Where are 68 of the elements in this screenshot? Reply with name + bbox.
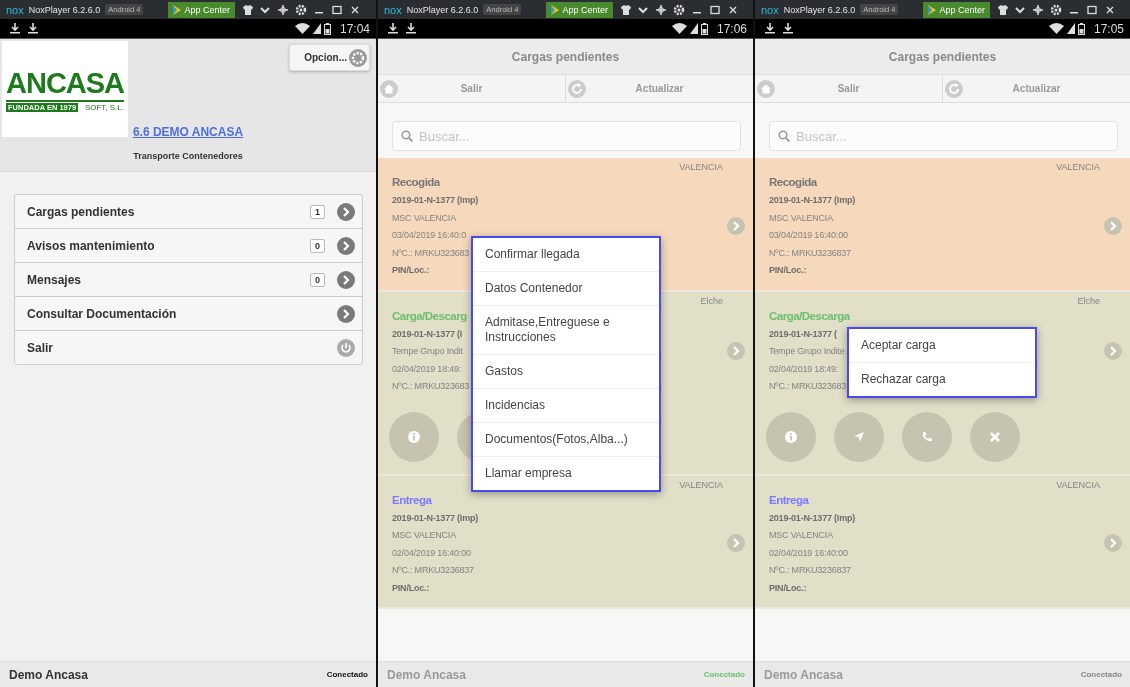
- card-detail: 2019-01-N-1377 (Imp): [769, 511, 856, 525]
- card-title: Carga/Descarga: [769, 309, 850, 322]
- card-detail: 2019-01-N-1377 (Imp): [769, 194, 856, 207]
- logo-company-name: SOFT, S.L.: [84, 103, 124, 112]
- card-detail: PIN/Loc.:: [769, 264, 807, 277]
- card-detail: NºC.: MRKU323683: [769, 380, 847, 393]
- screen-title: Cargas pendientes: [378, 39, 753, 74]
- location-label: VALENCIA: [1056, 162, 1100, 172]
- card-detail: 02/04/2019 16:40:00: [392, 546, 471, 560]
- card-detail: 02/04/2019 18:49:: [392, 362, 462, 376]
- card-detail: PIN/Loc.:: [392, 264, 430, 277]
- card-detail: PIN/Loc.:: [769, 581, 807, 595]
- card-title: Recogida: [392, 176, 440, 188]
- window-title: NoxPlayer 6.2.6.0: [406, 4, 479, 15]
- clock: 17:05: [1093, 21, 1124, 36]
- window-title: NoxPlayer 6.2.6.0: [783, 4, 856, 15]
- card-detail: NºC.: MRKU3236837: [392, 564, 474, 577]
- menu-item-label: Cargas pendientes: [27, 204, 136, 219]
- connection-status: Conectado: [1080, 670, 1122, 679]
- card-detail: 2019-01-N-1377 (Imp): [392, 511, 479, 525]
- menu-item-label: Consultar Documentación: [27, 306, 178, 321]
- card-title: Recogida: [769, 176, 817, 188]
- app-name: Demo Ancasa: [387, 667, 466, 682]
- card-title: Carga/Descarg: [392, 309, 467, 322]
- card-detail: MSC VALENCIA: [769, 211, 833, 225]
- card-detail: Tempe Grupo Indit: [392, 345, 463, 358]
- menu-item-label: Avisos mantenimiento: [27, 238, 156, 253]
- logo-text: ANCASA: [6, 66, 125, 100]
- count-badge: 1: [310, 204, 325, 219]
- card-detail: Tempe Grupo Indite: [769, 345, 845, 358]
- card-detail: NºC.: MRKU323683: [392, 380, 470, 393]
- card-detail: 2019-01-N-1377 (Imp): [392, 194, 479, 207]
- clock: 17:04: [339, 21, 370, 36]
- card-detail: 2019-01-N-1377 (: [769, 327, 837, 341]
- card-detail: 02/04/2019 16:40:00: [769, 546, 848, 560]
- card-detail: NºC.: MRKU3236837: [769, 246, 851, 260]
- app-logo: nox: [6, 3, 24, 16]
- location-label: VALENCIA: [679, 162, 723, 172]
- subtitle: Transporte Contenedores: [133, 151, 243, 161]
- card-detail: MSC VALENCIA: [769, 529, 833, 542]
- location-label: VALENCIA: [1056, 479, 1100, 490]
- card-detail: PIN/Loc.:: [392, 581, 430, 595]
- card-detail: 03/04/2019 16:40:00: [769, 229, 848, 242]
- card-detail: MSC VALENCIA: [392, 211, 456, 225]
- connection-status: Conectado: [326, 670, 368, 679]
- clock: 17:06: [716, 21, 747, 36]
- menu-item-label: Mensajes: [27, 272, 83, 287]
- card-detail: 03/04/2019 16:40:0: [392, 229, 466, 242]
- app-logo: nox: [384, 3, 402, 16]
- app-name: Demo Ancasa: [9, 667, 88, 682]
- screen-title: Cargas pendientes: [755, 39, 1130, 74]
- location-label: Elche: [700, 295, 723, 306]
- menu-item-label: Salir: [27, 340, 54, 355]
- card-title: Entrega: [392, 493, 432, 506]
- card-detail: NºC.: MRKU323683: [392, 246, 470, 260]
- connection-status: Conectado: [703, 670, 745, 679]
- count-badge: 0: [310, 272, 325, 287]
- card-detail: 2019-01-N-1377 (I: [392, 327, 463, 341]
- location-label: Elche: [1077, 295, 1100, 306]
- window-title: NoxPlayer 6.2.6.0: [28, 4, 101, 15]
- card-detail: NºC.: MRKU3236837: [769, 564, 851, 577]
- location-label: VALENCIA: [679, 479, 723, 490]
- app-name: Demo Ancasa: [764, 667, 843, 682]
- app-logo: nox: [761, 3, 779, 16]
- card-detail: 02/04/2019 18:49:: [769, 362, 839, 376]
- count-badge: 0: [310, 238, 325, 253]
- card-detail: MSC VALENCIA: [392, 529, 456, 542]
- card-title: Entrega: [769, 493, 809, 506]
